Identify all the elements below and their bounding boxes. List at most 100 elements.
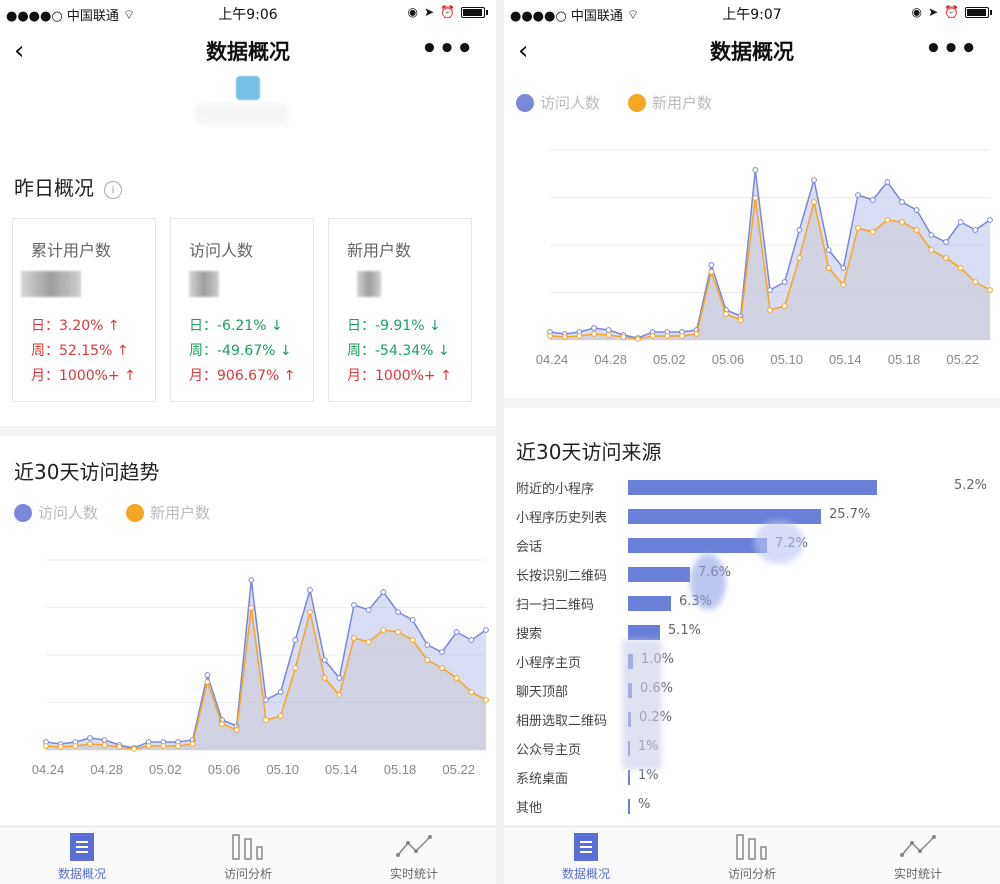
data-point [468, 689, 475, 695]
x-tick-label: 04.24 [32, 762, 65, 777]
lock-rotation-icon: ◉ [407, 5, 418, 19]
source-bar[interactable] [628, 799, 630, 814]
data-point [292, 637, 299, 643]
battery-icon [461, 6, 485, 18]
data-point [483, 697, 489, 703]
bar-chart-icon [736, 834, 767, 860]
source-bar[interactable] [628, 567, 690, 582]
trend-chart[interactable]: 04.24 04.28 05.02 05.06 05.10 05.14 05.18 05.22 [0, 540, 496, 780]
info-icon[interactable]: i [104, 181, 122, 199]
data-point [620, 334, 627, 340]
legend-new-users[interactable]: 新用户数 [628, 92, 712, 113]
data-point [351, 602, 357, 608]
section-divider [504, 398, 1000, 408]
data-point [708, 262, 715, 268]
tab-overview[interactable]: 数据概况 [526, 833, 646, 882]
legend-visitors[interactable]: 访问人数 [14, 502, 98, 523]
data-point [380, 589, 387, 595]
data-point [664, 333, 671, 339]
source-bar[interactable] [628, 538, 767, 553]
series-area-new-users [46, 608, 486, 750]
data-point [204, 679, 211, 685]
source-bar[interactable] [628, 596, 671, 611]
data-point [928, 232, 935, 238]
chart-legend: 访问人数 新用户数 [516, 92, 740, 113]
tab-analysis[interactable]: 访问分析 [188, 833, 308, 882]
more-icon[interactable]: ••• [925, 34, 978, 64]
legend-new-users[interactable]: 新用户数 [126, 502, 210, 523]
source-label: 公众号主页 [516, 743, 582, 758]
x-tick-label: 05.18 [888, 352, 921, 367]
sources-title: 近30天访问来源 [516, 440, 662, 464]
data-point [972, 279, 979, 285]
data-point [145, 743, 152, 749]
data-point [855, 225, 861, 231]
data-point [292, 665, 299, 671]
x-tick-label: 05.02 [149, 762, 182, 777]
source-label: 系统桌面 [516, 772, 569, 787]
blurred-overlay [690, 554, 726, 610]
tab-overview[interactable]: 数据概况 [22, 833, 142, 882]
data-point [409, 617, 416, 623]
data-point [840, 265, 847, 271]
lock-rotation-icon: ◉ [911, 5, 922, 19]
source-label: 其他 [516, 801, 543, 816]
blurred-logo [236, 76, 260, 100]
data-point [189, 741, 196, 747]
line-chart-icon [396, 835, 432, 857]
data-point [913, 207, 920, 213]
data-point [928, 247, 935, 253]
source-bar[interactable] [628, 480, 877, 495]
data-point [57, 744, 64, 750]
data-point [233, 727, 240, 733]
data-point [87, 741, 93, 747]
data-point [840, 282, 847, 288]
source-value: 25.7% [829, 507, 871, 522]
source-bar[interactable] [628, 509, 821, 524]
data-point [439, 649, 445, 655]
nav-bar: ‹ 数据概况 ••• [504, 26, 1000, 76]
card-visitors[interactable]: 访问人数 日：-6.21% ↓ 周：-49.67% ↓ 月：906.67% ↑ [170, 218, 314, 402]
status-bar: ●●●●○ 中国联通 ⌔ 上午9:06 ◉ ➤ ⏰ [0, 0, 496, 26]
data-point [72, 743, 79, 749]
trend-chart[interactable]: 04.24 04.28 05.02 05.06 05.10 05.14 05.18 05.22 [504, 130, 1000, 370]
legend-visitors[interactable]: 访问人数 [516, 92, 600, 113]
data-point [796, 255, 803, 261]
x-tick-label: 05.14 [325, 762, 358, 777]
data-point [43, 743, 49, 749]
document-icon [574, 833, 598, 861]
source-label: 聊天顶部 [516, 685, 569, 700]
blurred-name [196, 104, 288, 124]
data-point [219, 721, 225, 727]
status-bar: ●●●●○ 中国联通 ⌔ 上午9:07 ◉ ➤ ⏰ [504, 0, 1000, 26]
series-area-new-users [550, 198, 990, 340]
data-point [987, 217, 993, 223]
data-point [796, 227, 803, 233]
card-new-users[interactable]: 新用户数 日：-9.91% ↓ 周：-54.34% ↓ 月：1000%+ ↑ [328, 218, 472, 402]
stat-day: 日：-9.91% ↓ [347, 318, 441, 334]
stat-day: 日：-6.21% ↓ [189, 318, 283, 334]
data-point [439, 665, 445, 671]
data-point [605, 327, 612, 333]
data-point [605, 332, 612, 338]
data-point [424, 657, 431, 663]
screen-gap [496, 0, 504, 884]
data-point [277, 713, 284, 719]
blurred-value [21, 271, 81, 297]
tab-analysis[interactable]: 访问分析 [692, 833, 812, 882]
data-point [591, 325, 597, 331]
x-tick-label: 05.06 [712, 352, 745, 367]
card-total-users[interactable]: 累计用户数 日：3.20% ↑ 周：52.15% ↑ 月：1000%+ ↑ [12, 218, 156, 402]
data-point [693, 331, 700, 337]
more-icon[interactable]: ••• [421, 34, 474, 64]
nav-bar: ‹ 数据概况 ••• [0, 26, 496, 76]
source-label: 小程序主页 [516, 656, 582, 671]
data-point [752, 195, 759, 201]
x-tick-label: 05.22 [946, 352, 979, 367]
data-point [380, 627, 387, 633]
source-bar[interactable] [628, 770, 630, 785]
source-bar[interactable] [628, 625, 660, 640]
tab-realtime[interactable]: 实时统计 [354, 833, 474, 882]
tab-realtime[interactable]: 实时统计 [858, 833, 978, 882]
data-point [987, 287, 993, 293]
